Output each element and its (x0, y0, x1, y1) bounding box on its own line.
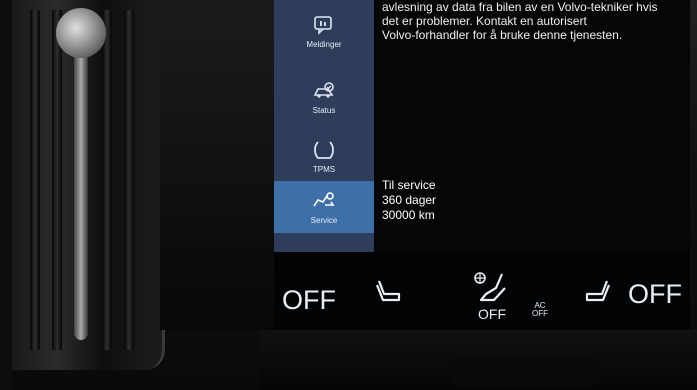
left-edge (0, 0, 12, 390)
info-line: avlesning av data fra bilen av en Volvo-… (382, 0, 658, 14)
ac-status: OFF (532, 309, 548, 318)
vent-slat (102, 10, 112, 350)
seat-icon (375, 280, 401, 302)
right-seat-heat-button[interactable] (582, 278, 612, 309)
fan-button[interactable] (472, 270, 510, 309)
service-days: 360 dager (382, 193, 437, 207)
vent-adjuster-knob[interactable] (56, 8, 106, 58)
fan-seat-icon (474, 272, 506, 302)
info-line: det er problemer. Kontakt en autorisert (382, 14, 587, 28)
fan-status: OFF (478, 306, 506, 322)
service-icon (313, 191, 335, 206)
ac-button[interactable]: AC OFF (532, 302, 548, 318)
seat-icon (585, 280, 611, 302)
vent-slat (124, 10, 134, 350)
lower-console (260, 330, 697, 390)
climate-bar: OFF OFF AC OFF OFF (274, 252, 690, 330)
vent-adjuster-rod[interactable] (74, 40, 88, 340)
left-seat-heat-button[interactable] (374, 278, 404, 309)
tire-pressure-icon (314, 140, 334, 159)
sidebar-item-status[interactable]: Status (274, 68, 374, 126)
sidebar-item-label: Service (310, 215, 338, 225)
screen-bezel (160, 0, 275, 330)
air-vent (12, 0, 165, 370)
left-temperature-off[interactable]: OFF (282, 285, 336, 316)
service-distance: 30000 km (382, 208, 435, 222)
sidebar-item-label: TPMS (312, 164, 336, 174)
right-temperature-off[interactable]: OFF (628, 279, 682, 310)
service-title: Til service (382, 178, 436, 192)
service-info: Til service 360 dager 30000 km (382, 178, 436, 223)
sidebar: Meldinger Status TPMS Service (274, 0, 374, 252)
info-line: Volvo-forhandler for å bruke denne tjene… (382, 28, 623, 42)
sidebar-item-service[interactable]: Service (274, 181, 374, 233)
info-text: avlesning av data fra bilen av en Volvo-… (382, 0, 687, 42)
sidebar-item-tpms[interactable]: TPMS (274, 127, 374, 185)
messages-icon (314, 15, 332, 35)
sidebar-item-label: Meldinger (306, 39, 342, 49)
status-icon (313, 81, 334, 98)
vent-slat (30, 10, 40, 350)
console-slot (450, 355, 600, 385)
sidebar-item-label: Status (312, 105, 336, 115)
vent-slat (52, 10, 62, 350)
sidebar-item-meldinger[interactable]: Meldinger (274, 2, 374, 60)
